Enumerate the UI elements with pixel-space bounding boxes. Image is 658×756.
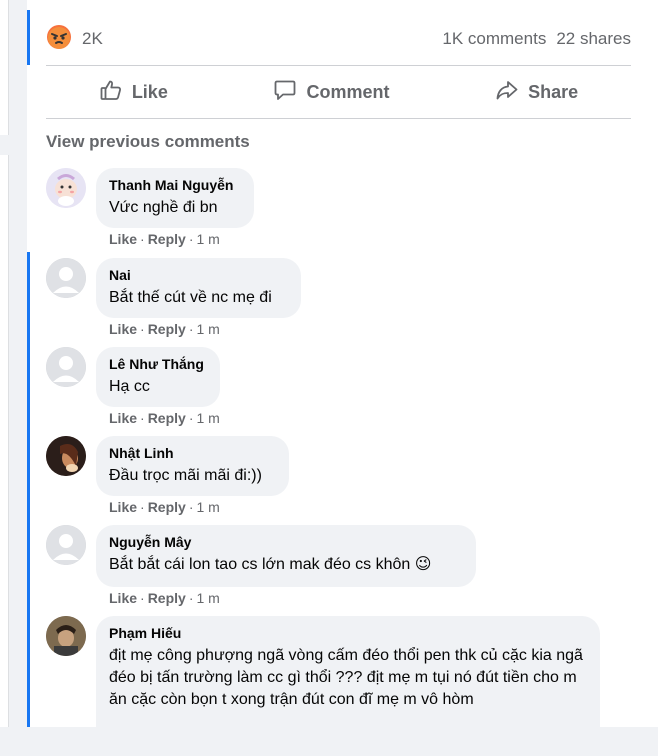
comment-text: Bắt bắt cái lon tao cs lớn mak đéo cs kh… xyxy=(109,556,432,573)
comment-like-link[interactable]: Like xyxy=(109,410,137,426)
left-panel-edge-bottom xyxy=(0,155,9,727)
divider-top xyxy=(46,65,631,66)
shares-count[interactable]: 22 shares xyxy=(556,29,631,49)
comment-text: Hạ cc xyxy=(109,378,150,395)
avatar[interactable] xyxy=(46,347,86,387)
comment-author[interactable]: Nai xyxy=(109,267,288,283)
comment-author[interactable]: Thanh Mai Nguyễn xyxy=(109,177,241,193)
avatar[interactable] xyxy=(46,525,86,565)
comment-like-link[interactable]: Like xyxy=(109,590,137,606)
comment-bubble-icon xyxy=(273,78,297,107)
comment-author[interactable]: Nhật Linh xyxy=(109,445,276,461)
comment-time[interactable]: 1 m xyxy=(196,410,219,426)
comment-meta: Like · Reply · 1 m xyxy=(109,590,220,606)
comment-bubble: Phạm Hiếu địt mẹ công phượng ngã vòng cấ… xyxy=(96,616,600,756)
share-arrow-icon xyxy=(495,78,519,107)
comment-time[interactable]: 1 m xyxy=(196,590,219,606)
comment-meta: Like · Reply · 1 m xyxy=(109,410,220,426)
comment-like-link[interactable]: Like xyxy=(109,499,137,515)
comments-count[interactable]: 1K comments xyxy=(442,29,546,49)
divider-bottom xyxy=(46,118,631,119)
comment-meta: Like · Reply · 1 m xyxy=(109,499,220,515)
comment-reply-link[interactable]: Reply xyxy=(148,231,186,247)
avatar[interactable] xyxy=(46,168,86,208)
comment-meta: Like · Reply · 1 m xyxy=(109,231,220,247)
comment-author[interactable]: Nguyễn Mây xyxy=(109,534,463,550)
post-card: 2K 1K comments 22 shares Like Comment Sh… xyxy=(27,0,658,756)
thumbs-up-icon xyxy=(99,78,123,107)
avatar[interactable] xyxy=(46,436,86,476)
comment-button[interactable]: Comment xyxy=(273,78,390,107)
comment-bubble: Nguyễn Mây Bắt bắt cái lon tao cs lớn ma… xyxy=(96,525,476,587)
reaction-count: 2K xyxy=(82,29,103,48)
like-button[interactable]: Like xyxy=(99,78,168,107)
active-indicator xyxy=(27,10,30,65)
thread-indicator xyxy=(27,252,30,727)
reaction-count-group[interactable]: 2K xyxy=(46,24,103,55)
comment-time[interactable]: 1 m xyxy=(196,499,219,515)
comment-time[interactable]: 1 m xyxy=(196,231,219,247)
comment-text: Vức nghề đi bn xyxy=(109,199,218,216)
comment-label: Comment xyxy=(306,81,390,102)
view-previous-comments-link[interactable]: View previous comments xyxy=(46,132,250,152)
comment-bubble: Lê Như Thắng Hạ cc xyxy=(96,347,220,407)
comment-time[interactable]: 1 m xyxy=(196,321,219,337)
share-label: Share xyxy=(528,81,579,102)
comment-meta: Like · Reply · 1 m xyxy=(109,321,220,337)
comment-bubble: Nai Bắt thế cút về nc mẹ đi xyxy=(96,258,301,318)
comment-text: Bắt thế cút về nc mẹ đi xyxy=(109,289,272,306)
comment-text: Đầu trọc mãi mãi đi:)) xyxy=(109,467,262,484)
comment-author[interactable]: Lê Như Thắng xyxy=(109,356,207,372)
left-panel-edge-top xyxy=(0,0,9,135)
reaction-summary: 2K 1K comments 22 shares xyxy=(46,24,631,54)
post-actions: Like Comment Share xyxy=(46,70,631,114)
comment-reply-link[interactable]: Reply xyxy=(148,590,186,606)
comment-bubble: Thanh Mai Nguyễn Vức nghề đi bn xyxy=(96,168,254,228)
angry-reaction-icon xyxy=(46,24,72,55)
avatar[interactable] xyxy=(46,616,86,656)
comment-like-link[interactable]: Like xyxy=(109,231,137,247)
comment-reply-link[interactable]: Reply xyxy=(148,410,186,426)
avatar[interactable] xyxy=(46,258,86,298)
comment-author[interactable]: Phạm Hiếu xyxy=(109,625,587,641)
comment-like-link[interactable]: Like xyxy=(109,321,137,337)
comment-bubble: Nhật Linh Đầu trọc mãi mãi đi:)) xyxy=(96,436,289,496)
share-button[interactable]: Share xyxy=(495,78,578,107)
comment-reply-link[interactable]: Reply xyxy=(148,321,186,337)
comment-reply-link[interactable]: Reply xyxy=(148,499,186,515)
like-label: Like xyxy=(131,81,168,102)
comment-text: địt mẹ công phượng ngã vòng cấm đéo thổi… xyxy=(109,647,583,708)
